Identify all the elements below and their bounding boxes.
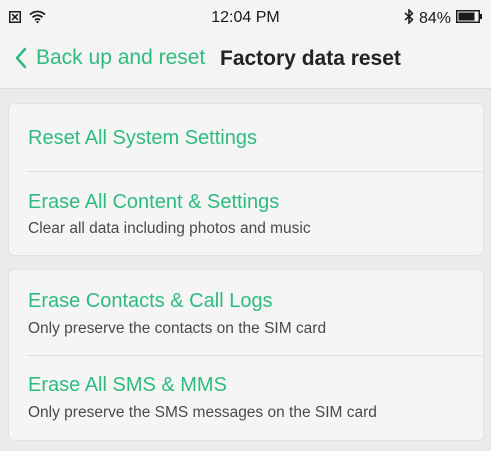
list-item-subtitle: Only preserve the SMS messages on the SI… bbox=[28, 404, 377, 421]
list-item-title: Erase All SMS & MMS bbox=[28, 374, 227, 396]
list-item-title: Erase All Content & Settings bbox=[28, 191, 280, 213]
top-bar: 12:04 PM 84% Back up and reset Factory d… bbox=[0, 0, 491, 89]
bluetooth-icon bbox=[404, 8, 414, 29]
back-label: Back up and reset bbox=[36, 46, 206, 69]
status-right-icons: 84% bbox=[404, 8, 483, 29]
list-item-subtitle: Clear all data including photos and musi… bbox=[28, 220, 311, 237]
reset-system-settings-item[interactable]: Reset All System Settings bbox=[9, 104, 483, 171]
list-item-subtitle: Only preserve the contacts on the SIM ca… bbox=[28, 320, 327, 337]
settings-group-2: Erase Contacts & Call Logs Only preserve… bbox=[8, 269, 484, 441]
nav-bar: Back up and reset Factory data reset bbox=[0, 38, 491, 84]
list-item-title: Reset All System Settings bbox=[28, 127, 257, 149]
erase-content-settings-item[interactable]: Erase All Content & Settings Clear all d… bbox=[9, 172, 483, 254]
battery-percent: 84% bbox=[418, 10, 451, 27]
erase-sms-mms-item[interactable]: Erase All SMS & MMS Only preserve the SM… bbox=[9, 356, 483, 439]
erase-contacts-call-logs-item[interactable]: Erase Contacts & Call Logs Only preserve… bbox=[9, 270, 483, 355]
page-title: Factory data reset bbox=[220, 47, 401, 70]
battery-icon bbox=[456, 10, 483, 28]
settings-group-1: Reset All System Settings Erase All Cont… bbox=[8, 103, 484, 256]
list-item-title: Erase Contacts & Call Logs bbox=[28, 290, 273, 312]
chevron-left-icon bbox=[15, 47, 27, 69]
status-bar: 12:04 PM 84% bbox=[0, 0, 491, 34]
back-button[interactable]: Back up and reset bbox=[14, 46, 205, 70]
